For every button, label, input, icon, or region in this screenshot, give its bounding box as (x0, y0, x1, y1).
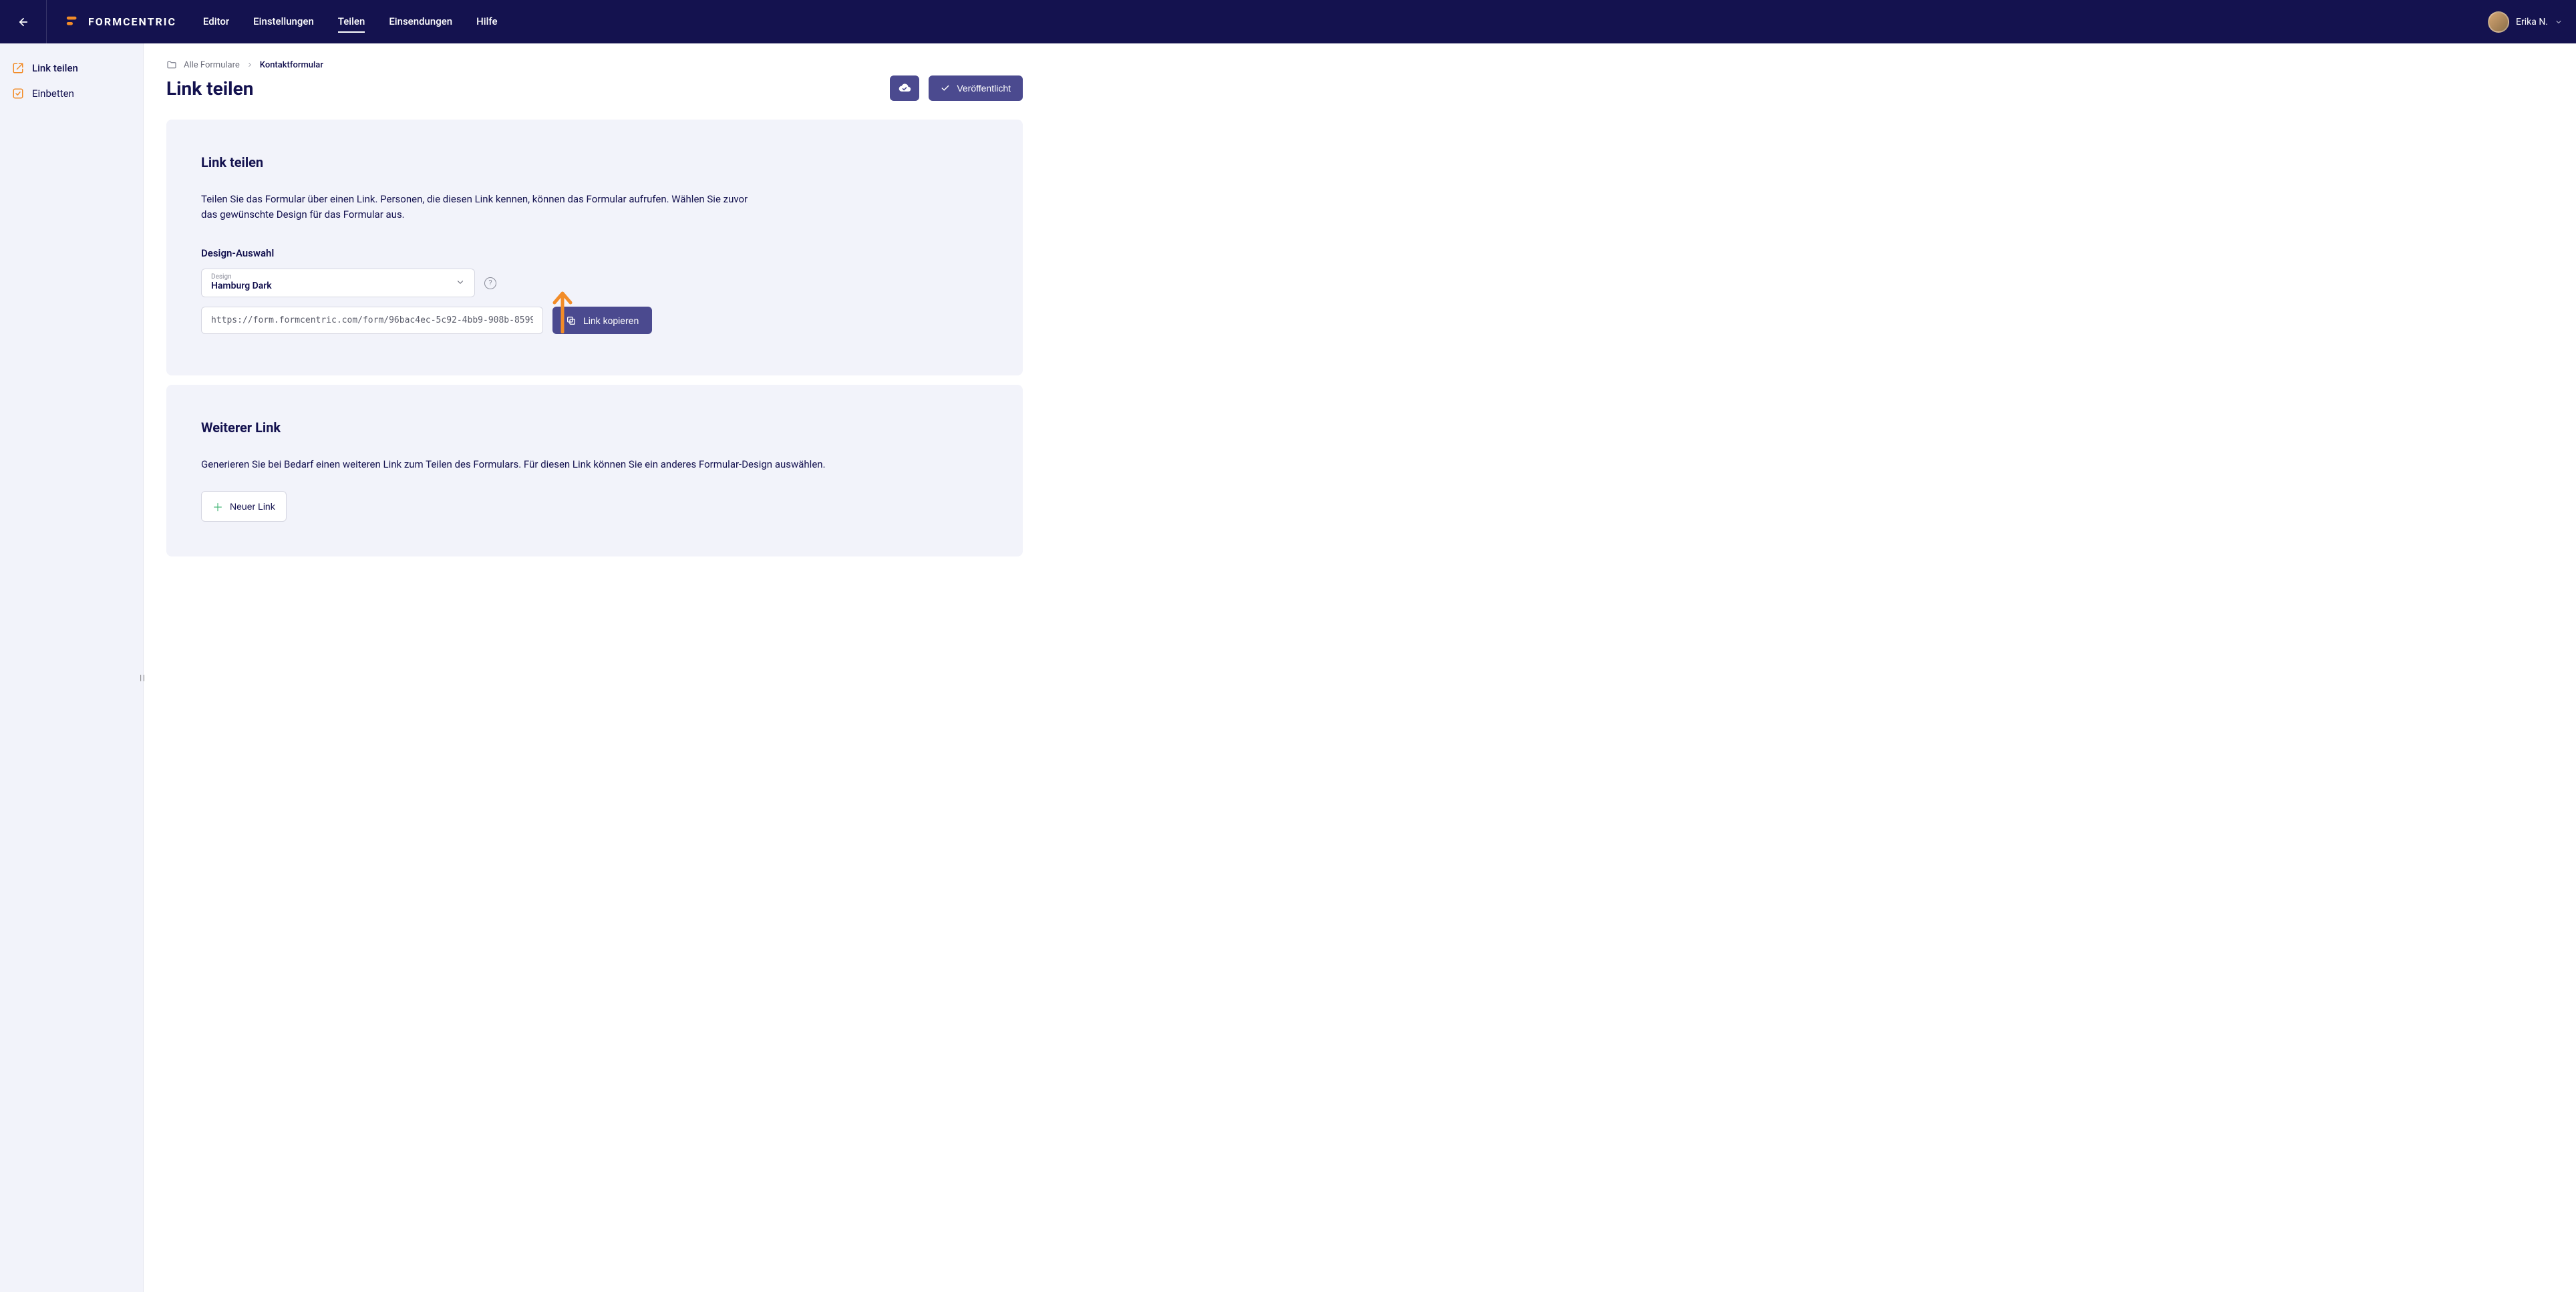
share-out-icon (12, 62, 24, 74)
primary-nav: Editor Einstellungen Teilen Einsendungen… (203, 11, 498, 33)
sidebar-item-label: Link teilen (32, 62, 78, 74)
sidebar-collapse-handle[interactable]: || (138, 668, 148, 688)
new-link-button[interactable]: ＋ Neuer Link (201, 491, 287, 522)
page-title: Link teilen (166, 77, 253, 100)
new-link-label: Neuer Link (230, 501, 275, 512)
title-row: Link teilen Veröffentlicht (166, 75, 1023, 101)
share-link-input[interactable] (201, 307, 543, 334)
share-link-card: Link teilen Teilen Sie das Formular über… (166, 120, 1023, 375)
publish-label: Veröffentlicht (957, 83, 1011, 94)
header-user[interactable]: Erika N. (2488, 0, 2563, 43)
cloud-check-icon (898, 82, 911, 95)
avatar (2488, 11, 2509, 33)
copy-icon (566, 315, 577, 326)
app-header: FORMCENTRIC Editor Einstellungen Teilen … (0, 0, 2576, 43)
more-card-title: Weiterer Link (201, 420, 988, 436)
link-row: Link kopieren (201, 307, 988, 334)
nav-editor[interactable]: Editor (203, 11, 229, 33)
sidebar-item-link-teilen[interactable]: Link teilen (0, 55, 143, 81)
app-root: FORMCENTRIC Editor Einstellungen Teilen … (0, 0, 2576, 1292)
nav-einsendungen[interactable]: Einsendungen (389, 11, 452, 33)
logo-mark-icon (65, 15, 80, 29)
design-select-mini-label: Design (211, 273, 465, 281)
title-actions: Veröffentlicht (890, 75, 1023, 101)
main-inner: Alle Formulare Kontaktformular Link teil… (144, 43, 1045, 583)
check-square-icon (12, 88, 24, 100)
design-select-row: Design Hamburg Dark ? (201, 269, 988, 297)
breadcrumb-root[interactable]: Alle Formulare (184, 60, 240, 70)
nav-teilen[interactable]: Teilen (338, 11, 365, 33)
chevron-right-icon (247, 61, 253, 68)
back-button[interactable] (0, 0, 47, 43)
save-cloud-button[interactable] (890, 75, 919, 101)
plus-icon: ＋ (212, 498, 223, 514)
main-area: Alle Formulare Kontaktformular Link teil… (144, 43, 2576, 1292)
copy-link-label: Link kopieren (583, 315, 639, 326)
sidebar-item-einbetten[interactable]: Einbetten (0, 81, 143, 106)
folder-icon (166, 59, 177, 70)
chevron-down-icon (2555, 18, 2563, 26)
share-card-title: Link teilen (201, 154, 988, 170)
share-card-description: Teilen Sie das Formular über einen Link.… (201, 192, 749, 222)
nav-hilfe[interactable]: Hilfe (476, 11, 497, 33)
sidebar: Link teilen Einbetten || (0, 43, 144, 1292)
more-card-description: Generieren Sie bei Bedarf einen weiteren… (201, 457, 988, 472)
logo-text: FORMCENTRIC (88, 15, 176, 28)
publish-status-button[interactable]: Veröffentlicht (929, 75, 1023, 101)
logo[interactable]: FORMCENTRIC (47, 15, 195, 29)
design-select-value: Hamburg Dark (211, 281, 465, 291)
sidebar-item-label: Einbetten (32, 88, 74, 100)
design-section-label: Design-Auswahl (201, 247, 988, 259)
user-name-label: Erika N. (2516, 17, 2548, 27)
additional-link-card: Weiterer Link Generieren Sie bei Bedarf … (166, 385, 1023, 556)
chevron-down-icon (456, 277, 465, 289)
body: Link teilen Einbetten || Alle Formulare … (0, 43, 2576, 1292)
nav-einstellungen[interactable]: Einstellungen (253, 11, 314, 33)
help-icon[interactable]: ? (484, 277, 496, 289)
breadcrumb-current: Kontaktformular (260, 60, 323, 70)
check-icon (941, 84, 950, 93)
design-select[interactable]: Design Hamburg Dark (201, 269, 475, 297)
breadcrumb: Alle Formulare Kontaktformular (166, 59, 1023, 70)
arrow-left-icon (17, 16, 29, 28)
copy-link-button[interactable]: Link kopieren (552, 307, 652, 334)
